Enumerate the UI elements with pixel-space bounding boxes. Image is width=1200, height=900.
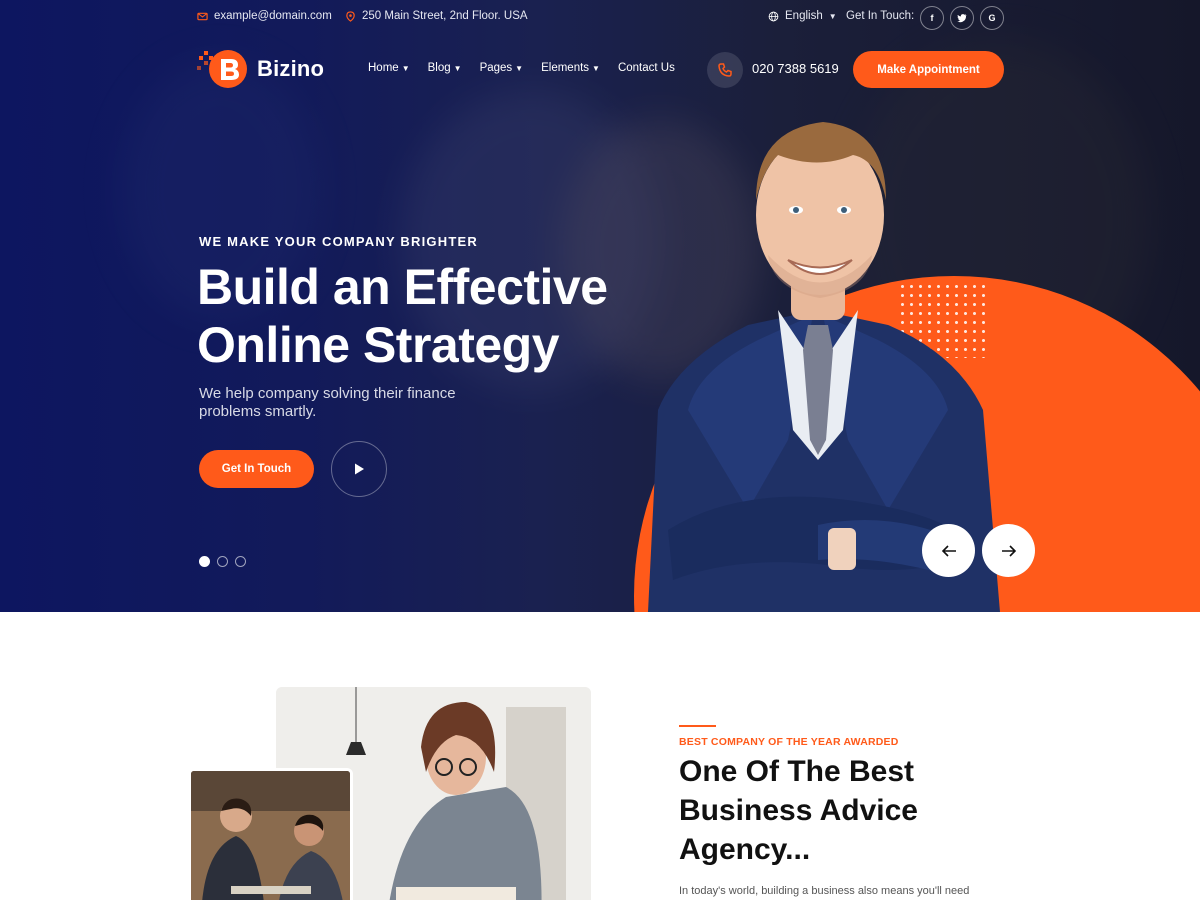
about-eyebrow: BEST COMPANY OF THE YEAR AWARDED	[679, 736, 899, 748]
get-in-touch-button[interactable]: Get In Touch	[199, 450, 314, 488]
language-label: English	[785, 10, 823, 22]
nav-item-contact[interactable]: Contact Us	[618, 62, 675, 74]
nav-label: Elements	[541, 62, 590, 74]
twitter-bird-icon	[957, 14, 967, 23]
headline-line-2: Online Strategy	[197, 317, 560, 373]
facebook-icon[interactable]: f	[920, 6, 944, 30]
phone-icon[interactable]	[707, 52, 743, 88]
make-appointment-button[interactable]: Make Appointment	[853, 51, 1004, 88]
logo-icon	[197, 48, 249, 90]
chevron-down-icon: ▼	[592, 63, 600, 73]
google-icon[interactable]: G	[980, 6, 1004, 30]
slide-dot-3[interactable]	[235, 556, 246, 567]
mail-icon	[197, 12, 208, 20]
nav-label: Blog	[427, 62, 451, 74]
hero-eyebrow: WE MAKE YOUR COMPANY BRIGHTER	[199, 234, 478, 249]
slide-dot-2[interactable]	[217, 556, 228, 567]
slide-dot-1[interactable]	[199, 556, 210, 567]
next-slide-button[interactable]	[982, 524, 1035, 577]
section-accent-line	[679, 725, 716, 727]
chevron-down-icon: ▼	[515, 63, 524, 73]
nav-item-blog[interactable]: Blog ▼	[428, 62, 462, 74]
globe-icon	[768, 11, 779, 21]
address-text: 250 Main Street, 2nd Floor. USA	[362, 10, 528, 22]
about-title: One Of The Best Business Advice Agency..…	[679, 755, 918, 866]
twitter-icon[interactable]	[950, 6, 974, 30]
hero-subtext: We help company solving their finance pr…	[199, 385, 456, 420]
arrow-right-icon	[1001, 544, 1016, 557]
address-contact: 250 Main Street, 2nd Floor. USA	[345, 10, 528, 22]
nav-label: Pages	[479, 62, 513, 74]
main-navigation: Home ▼ Blog ▼ Pages ▼ Elements ▼ Contact…	[368, 62, 693, 74]
email-text: example@domain.com	[214, 10, 332, 22]
chevron-down-icon: ▼	[401, 63, 410, 73]
nav-item-home[interactable]: Home ▼	[368, 62, 410, 74]
about-text: In today's world, building a business al…	[679, 885, 970, 897]
prev-slide-button[interactable]	[922, 524, 975, 577]
chevron-down-icon: ▼	[453, 63, 462, 73]
logo-text: Bizino	[257, 56, 325, 81]
play-icon	[355, 463, 364, 475]
slider-pagination	[199, 556, 246, 567]
nav-label: Home	[368, 62, 399, 74]
play-video-button[interactable]	[331, 441, 387, 497]
get-in-touch-text: Get In Touch:	[846, 10, 915, 22]
email-contact[interactable]: example@domain.com	[197, 10, 332, 22]
phone-number[interactable]: 020 7388 5619	[752, 61, 839, 76]
brand-logo[interactable]: Bizino	[197, 48, 324, 90]
location-pin-icon	[346, 10, 355, 22]
nav-item-elements[interactable]: Elements ▼	[541, 62, 600, 74]
chevron-down-icon: ▼	[828, 11, 837, 21]
nav-label: Contact Us	[617, 62, 675, 74]
meeting-image	[188, 768, 353, 900]
nav-item-pages[interactable]: Pages ▼	[480, 62, 524, 74]
headline-line-1: Build an Effective	[197, 259, 608, 315]
language-selector[interactable]: English ▼	[768, 10, 837, 22]
top-bar: example@domain.com 250 Main Street, 2nd …	[0, 0, 1200, 36]
hero-headline: Build an Effective Online Strategy	[197, 258, 677, 374]
arrow-left-icon	[941, 544, 956, 557]
get-in-touch-label: Get In Touch:	[846, 10, 914, 22]
hero-section: example@domain.com 250 Main Street, 2nd …	[0, 0, 1200, 612]
